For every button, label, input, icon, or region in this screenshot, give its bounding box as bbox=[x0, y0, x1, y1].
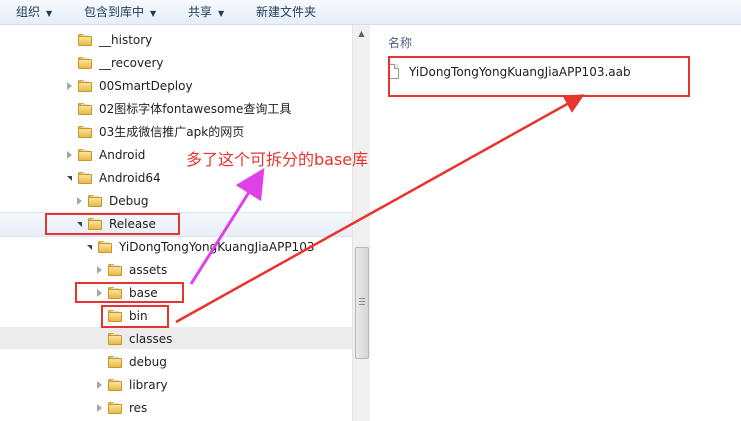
column-header-name[interactable]: 名称 bbox=[388, 34, 412, 51]
collapsed-arrow-icon[interactable] bbox=[97, 404, 102, 412]
tree-item[interactable]: library bbox=[0, 374, 352, 396]
scroll-up-icon[interactable]: ▲ bbox=[353, 25, 370, 42]
command-bar: 组织 ▼ 包含到库中 ▼ 共享 ▼ 新建文件夹 bbox=[0, 0, 741, 25]
folder-icon bbox=[78, 103, 92, 115]
folder-icon bbox=[108, 402, 122, 414]
release-highlight-box bbox=[45, 213, 180, 235]
folder-icon bbox=[78, 34, 92, 46]
tree-item[interactable]: Android64 bbox=[0, 167, 352, 189]
folder-icon bbox=[108, 333, 122, 345]
bin-highlight-box bbox=[101, 305, 169, 328]
folder-icon bbox=[78, 149, 92, 161]
tree-item-label: library bbox=[129, 378, 168, 392]
dropdown-arrow-icon: ▼ bbox=[218, 9, 225, 18]
tree-item-label: __recovery bbox=[99, 56, 164, 70]
organize-button[interactable]: 组织 ▼ bbox=[16, 0, 52, 24]
tree-item-label: 00SmartDeploy bbox=[99, 79, 193, 93]
base-highlight-box bbox=[75, 282, 184, 303]
annotation-text: 多了这个可拆分的base库 bbox=[186, 150, 369, 169]
tree-item[interactable]: res bbox=[0, 397, 352, 419]
folder-icon bbox=[88, 195, 102, 207]
folder-icon bbox=[78, 126, 92, 138]
folder-icon bbox=[78, 80, 92, 92]
include-in-library-label: 包含到库中 bbox=[84, 5, 145, 19]
share-button[interactable]: 共享 ▼ bbox=[188, 0, 224, 24]
tree-item-label: res bbox=[129, 401, 148, 415]
folder-icon bbox=[98, 241, 112, 253]
collapsed-arrow-icon[interactable] bbox=[67, 82, 72, 90]
tree-item-label: assets bbox=[129, 263, 168, 277]
tree-item[interactable]: assets bbox=[0, 259, 352, 281]
tree-item[interactable]: 00SmartDeploy bbox=[0, 75, 352, 97]
folder-icon bbox=[78, 172, 92, 184]
folder-icon bbox=[108, 356, 122, 368]
tree-item-label: 02图标字体fontawesome查询工具 bbox=[99, 102, 292, 116]
expanded-arrow-icon[interactable] bbox=[67, 176, 72, 181]
dropdown-arrow-icon: ▼ bbox=[46, 9, 53, 18]
tree-item-label: classes bbox=[129, 332, 173, 346]
collapsed-arrow-icon[interactable] bbox=[77, 197, 82, 205]
tree-item-label: Android bbox=[99, 148, 146, 162]
tree-item[interactable]: 02图标字体fontawesome查询工具 bbox=[0, 98, 352, 120]
folder-icon bbox=[108, 379, 122, 391]
share-label: 共享 bbox=[188, 5, 213, 19]
new-folder-label: 新建文件夹 bbox=[256, 5, 317, 19]
tree-item[interactable]: classes bbox=[0, 328, 352, 350]
expanded-arrow-icon[interactable] bbox=[87, 245, 92, 250]
tree-item-label: YiDongTongYongKuangJiaAPP103 bbox=[119, 240, 315, 254]
grip-icon bbox=[359, 298, 365, 305]
collapsed-arrow-icon[interactable] bbox=[67, 151, 72, 159]
aab-file-highlight-box bbox=[388, 56, 690, 97]
tree-item[interactable]: Debug bbox=[0, 190, 352, 212]
dropdown-arrow-icon: ▼ bbox=[150, 9, 157, 18]
tree-item[interactable]: __recovery bbox=[0, 52, 352, 74]
tree-item[interactable]: __history bbox=[0, 29, 352, 51]
collapsed-arrow-icon[interactable] bbox=[97, 381, 102, 389]
folder-icon bbox=[108, 264, 122, 276]
tree-item-label: 03生成微信推广apk的网页 bbox=[99, 125, 245, 139]
tree-item[interactable]: bin bbox=[0, 305, 352, 327]
tree-item[interactable]: debug bbox=[0, 351, 352, 373]
scrollbar-thumb[interactable] bbox=[355, 247, 369, 359]
tree-item[interactable]: YiDongTongYongKuangJiaAPP103 bbox=[0, 236, 352, 258]
tree-item[interactable]: 03生成微信推广apk的网页 bbox=[0, 121, 352, 143]
new-folder-button[interactable]: 新建文件夹 bbox=[256, 0, 316, 24]
tree-item-label: debug bbox=[129, 355, 167, 369]
organize-label: 组织 bbox=[16, 5, 41, 19]
tree-item-label: Android64 bbox=[99, 171, 161, 185]
tree-item-label: __history bbox=[99, 33, 153, 47]
include-in-library-button[interactable]: 包含到库中 ▼ bbox=[84, 0, 156, 24]
tree-item-label: Debug bbox=[109, 194, 149, 208]
vertical-scrollbar[interactable]: ▲ bbox=[352, 25, 370, 421]
folder-icon bbox=[78, 57, 92, 69]
collapsed-arrow-icon[interactable] bbox=[97, 266, 102, 274]
